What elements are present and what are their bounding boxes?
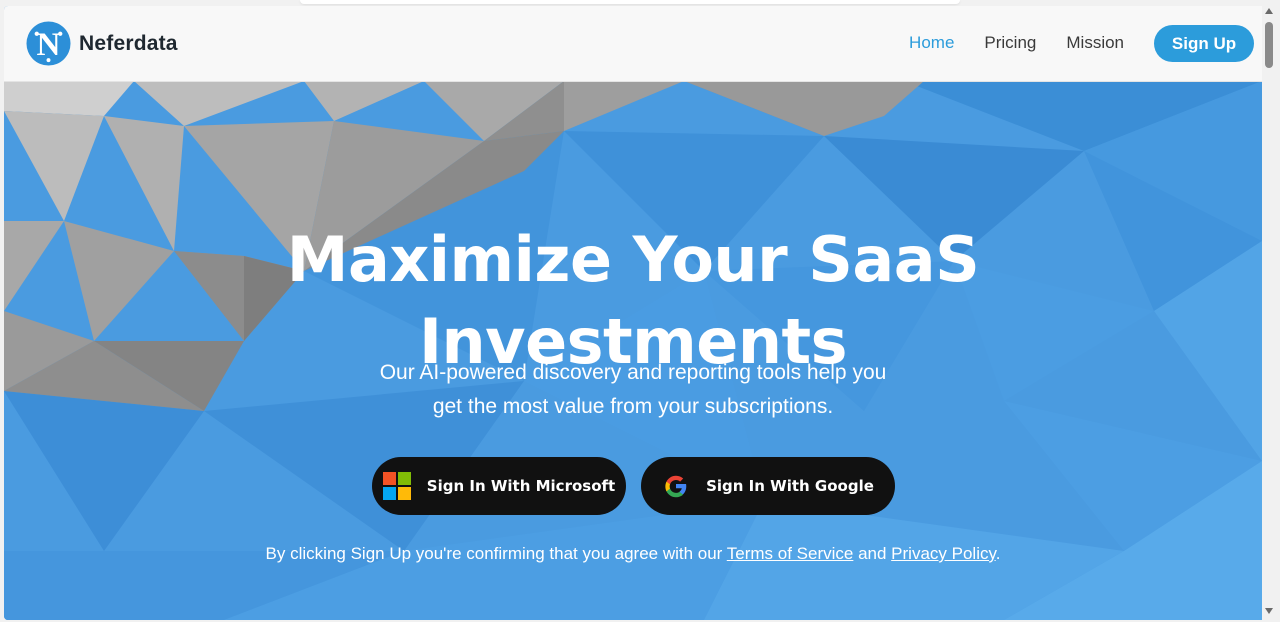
logo-letter: N <box>36 26 60 63</box>
page-viewport: N Neferdata Home Pricing Mission Sign Up <box>4 6 1262 620</box>
sign-in-google-label: Sign In With Google <box>706 477 874 495</box>
brand-name: Neferdata <box>79 31 178 55</box>
consent-suffix: . <box>995 544 1001 563</box>
sign-in-microsoft-button[interactable]: Sign In With Microsoft <box>372 457 626 515</box>
consent-text: By clicking Sign Up you're confirming th… <box>4 544 1262 564</box>
navbar: N Neferdata Home Pricing Mission Sign Up <box>4 6 1262 82</box>
sign-in-google-button[interactable]: Sign In With Google <box>641 457 895 515</box>
nav-links: Home Pricing Mission <box>879 33 1124 53</box>
hero-subtitle: Our AI-powered discovery and reporting t… <box>353 356 913 424</box>
consent-and: and <box>853 544 892 563</box>
nav-link-mission[interactable]: Mission <box>1066 33 1124 53</box>
nav-link-pricing[interactable]: Pricing <box>984 33 1036 53</box>
nav-link-home[interactable]: Home <box>909 33 954 53</box>
brand[interactable]: N Neferdata <box>26 21 178 66</box>
hero-subtitle-line-2: get the most value from your subscriptio… <box>432 395 834 418</box>
scroll-down-arrow-icon[interactable] <box>1265 608 1273 614</box>
consent-prefix: By clicking Sign Up you're confirming th… <box>265 544 727 563</box>
scroll-up-arrow-icon[interactable] <box>1265 8 1273 14</box>
hero-section: Maximize Your SaaS Investments Our AI-po… <box>4 81 1262 620</box>
privacy-policy-link[interactable]: Privacy Policy <box>891 544 996 563</box>
microsoft-logo-icon <box>382 472 411 500</box>
neferdata-logo-icon: N <box>26 21 71 66</box>
browser-top-strip <box>300 0 960 4</box>
terms-of-service-link[interactable]: Terms of Service <box>727 544 854 563</box>
sign-in-microsoft-label: Sign In With Microsoft <box>426 477 616 495</box>
hero-title-line-1: Maximize Your SaaS <box>286 222 980 296</box>
vertical-scrollbar[interactable] <box>1262 6 1276 620</box>
hero-subtitle-line-1: Our AI-powered discovery and reporting t… <box>379 361 887 384</box>
google-logo-icon <box>662 472 690 500</box>
sign-up-button[interactable]: Sign Up <box>1154 25 1254 62</box>
scroll-thumb[interactable] <box>1265 22 1273 68</box>
